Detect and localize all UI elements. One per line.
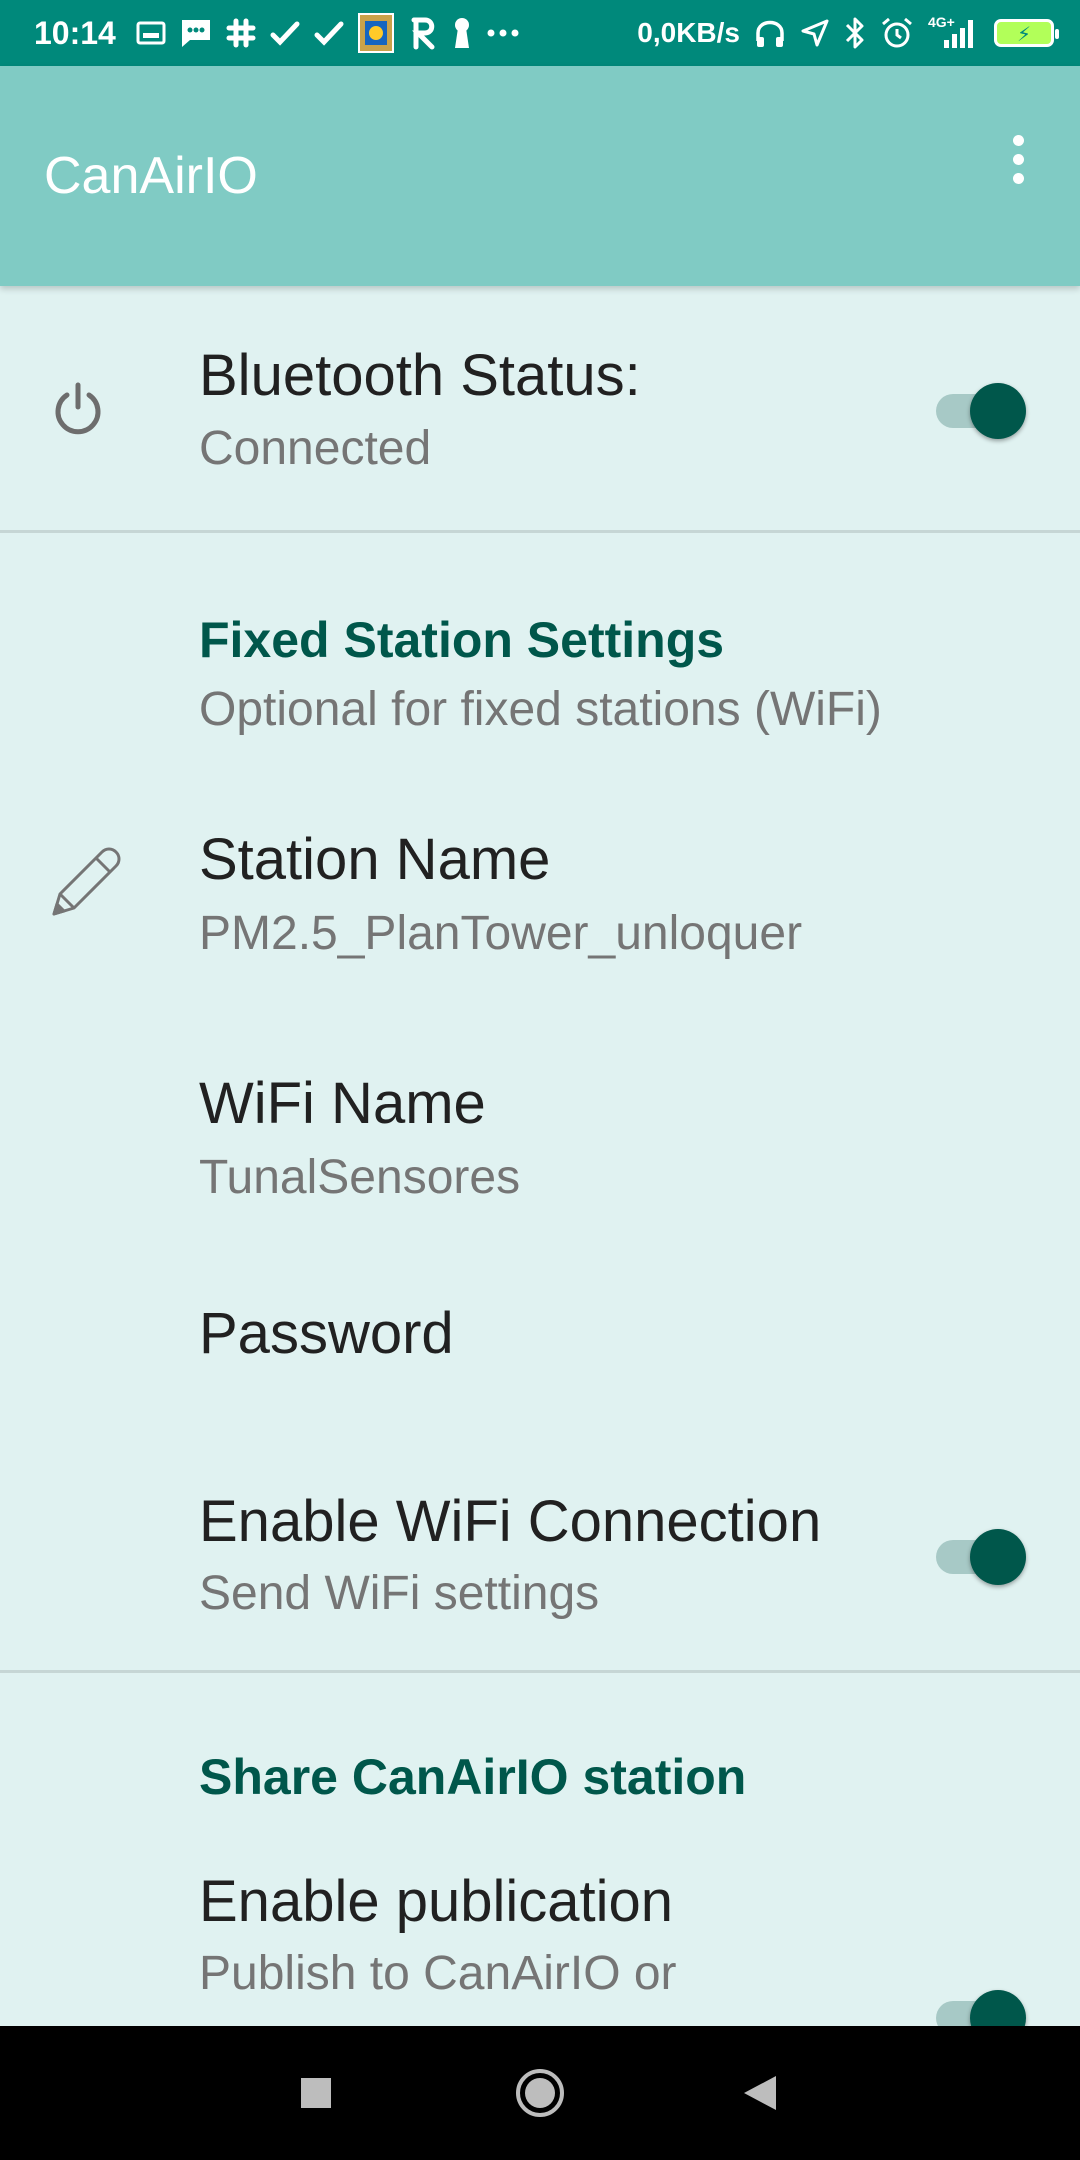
keyhole-icon (452, 16, 472, 50)
settings-list: Bluetooth Status: Connected Fixed Statio… (0, 286, 1080, 2026)
wifi-name-preference[interactable]: WiFi Name TunalSensores (0, 1026, 1080, 1236)
fixed-station-category-title: Fixed Station Settings (199, 612, 725, 668)
message-icon (180, 18, 212, 48)
enable-wifi-summary: Send WiFi settings (199, 1567, 600, 1620)
network-speed: 0,0KB/s (637, 17, 740, 48)
app-logo-icon (357, 13, 394, 53)
enable-wifi-title: Enable WiFi Connection (199, 1489, 822, 1554)
bluetooth-status-preference[interactable]: Bluetooth Status: Connected (0, 286, 1080, 530)
fixed-station-category-summary: Optional for fixed stations (WiFi) (199, 683, 882, 736)
system-icons: 0,0KB/s 4G+ ⚡ (637, 14, 1059, 50)
enable-wifi-preference[interactable]: Enable WiFi Connection Send WiFi setting… (0, 1426, 1080, 1656)
check-icon (314, 20, 344, 46)
pencil-icon (46, 842, 126, 922)
app-bar: CanAirIO (0, 66, 1080, 286)
navigation-bar (0, 2026, 1080, 2160)
wifi-name-title: WiFi Name (199, 1071, 486, 1136)
bluetooth-status-title: Bluetooth Status: (199, 343, 641, 408)
more-vert-icon[interactable] (982, 114, 1054, 204)
battery-charging-icon: ⚡ (994, 19, 1059, 47)
status-bar: 10:14 0,0KB/s 4G+ ⚡ (0, 0, 1080, 66)
bluetooth-toggle[interactable] (936, 377, 1026, 439)
enable-publication-preference[interactable]: Enable publication Publish to CanAirIO o… (0, 1846, 1080, 2026)
gallery-icon (136, 20, 166, 46)
enable-wifi-toggle[interactable] (936, 1523, 1026, 1585)
app-title: CanAirIO (44, 147, 258, 205)
check-icon (270, 20, 300, 46)
enable-publication-title: Enable publication (199, 1869, 674, 1934)
r-app-icon (408, 16, 438, 50)
share-category-title: Share CanAirIO station (199, 1749, 747, 1805)
enable-publication-summary: Publish to CanAirIO or (199, 1947, 677, 2000)
station-name-title: Station Name (199, 827, 551, 892)
back-triangle-icon[interactable] (680, 2026, 840, 2160)
power-icon (44, 374, 112, 442)
home-circle-icon[interactable] (460, 2026, 620, 2160)
wifi-name-summary: TunalSensores (199, 1151, 521, 1204)
bluetooth-icon (844, 16, 866, 50)
bluetooth-status-summary: Connected (199, 422, 432, 475)
headset-icon (754, 17, 786, 49)
signal-icon: 4G+ (928, 14, 980, 50)
enable-publication-toggle[interactable] (936, 1984, 1026, 2026)
slack-icon (226, 18, 256, 48)
divider (0, 530, 1080, 533)
location-arrow-icon (800, 18, 830, 48)
divider (0, 1670, 1080, 1673)
status-time: 10:14 (34, 14, 116, 51)
recents-square-icon[interactable] (236, 2026, 396, 2160)
more-dots-icon (486, 28, 520, 38)
notification-icons (136, 13, 520, 53)
password-title: Password (199, 1301, 454, 1366)
password-preference[interactable]: Password (0, 1276, 1080, 1426)
station-name-summary: PM2.5_PlanTower_unloquer (199, 907, 803, 960)
signal-label: 4G+ (928, 14, 955, 30)
station-name-preference[interactable]: Station Name PM2.5_PlanTower_unloquer (0, 786, 1080, 996)
alarm-icon (880, 16, 914, 50)
